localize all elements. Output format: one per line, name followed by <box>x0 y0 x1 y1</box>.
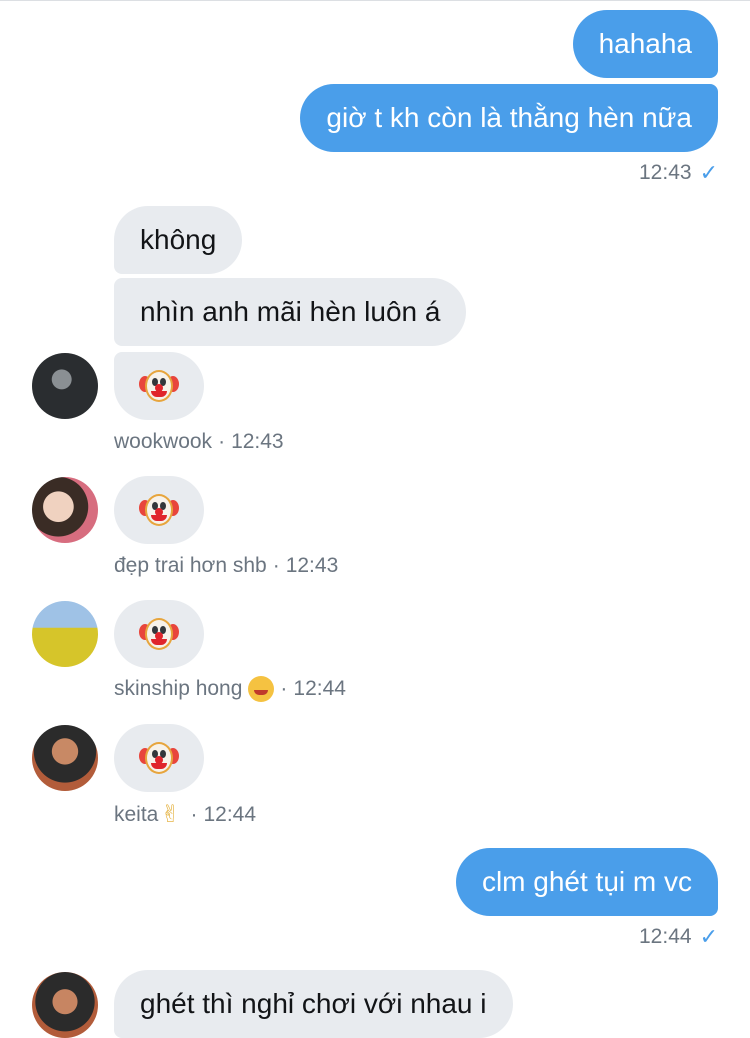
emoji-message[interactable] <box>114 600 204 668</box>
incoming-message[interactable]: không <box>114 206 243 274</box>
timestamp: 12:44 <box>293 677 346 700</box>
clown-face-icon <box>139 490 179 530</box>
message-text: hahaha <box>598 28 692 59</box>
message-meta: skinship hong · 12:44 <box>114 676 346 702</box>
incoming-message[interactable]: nhìn anh mãi hèn luôn á <box>114 278 467 346</box>
emoji-message[interactable] <box>114 352 204 420</box>
top-divider <box>0 0 750 1</box>
message-meta: keita ✌ · 12:44 <box>114 800 256 829</box>
timestamp: 12:43 <box>231 430 284 453</box>
avatar[interactable] <box>32 477 98 543</box>
clown-face-icon <box>139 614 179 654</box>
outgoing-message[interactable]: clm ghét tụi m vc <box>455 848 718 916</box>
avatar[interactable] <box>32 601 98 667</box>
message-text: nhìn anh mãi hèn luôn á <box>140 296 441 327</box>
smiling-face-with-hearts-icon <box>248 676 275 702</box>
clown-face-icon <box>139 366 179 406</box>
read-check-icon: ✓ <box>699 160 718 185</box>
timestamp: 12:43 <box>285 554 339 577</box>
message-meta: wookwook · 12:43 <box>114 430 284 454</box>
outgoing-message[interactable]: hahaha <box>572 10 718 78</box>
timestamp: 12:43 <box>639 161 692 184</box>
avatar[interactable] <box>32 972 98 1038</box>
message-meta: 12:44 ✓ <box>639 924 718 950</box>
outgoing-message[interactable]: giờ t kh còn là thằng hèn nữa <box>300 84 718 152</box>
victory-hand-icon: ✌ <box>160 801 181 828</box>
emoji-message[interactable] <box>114 724 204 792</box>
emoji-message[interactable] <box>114 476 204 544</box>
read-check-icon: ✓ <box>699 924 718 949</box>
message-text: không <box>140 224 217 255</box>
separator: · <box>218 430 226 453</box>
sender-name: keita <box>114 802 159 826</box>
message-meta: đẹp trai hơn shb · 12:43 <box>114 554 338 578</box>
clown-face-icon <box>139 738 179 778</box>
message-text: ghét thì nghỉ chơi với nhau i <box>140 988 487 1019</box>
separator: · <box>272 554 280 577</box>
sender-name: đẹp trai hơn shb <box>114 554 267 577</box>
sender-name: wookwook <box>114 430 213 453</box>
timestamp: 12:44 <box>639 925 692 948</box>
message-text: giờ t kh còn là thằng hèn nữa <box>326 102 692 133</box>
avatar[interactable] <box>32 725 98 791</box>
timestamp: 12:44 <box>203 802 257 826</box>
message-text: clm ghét tụi m vc <box>481 866 692 897</box>
separator: · <box>280 677 288 700</box>
message-meta: 12:43 ✓ <box>639 160 718 186</box>
avatar[interactable] <box>32 353 98 419</box>
incoming-message[interactable]: ghét thì nghỉ chơi với nhau i <box>114 970 513 1038</box>
sender-name: skinship hong <box>114 677 243 700</box>
separator: · <box>190 802 198 826</box>
